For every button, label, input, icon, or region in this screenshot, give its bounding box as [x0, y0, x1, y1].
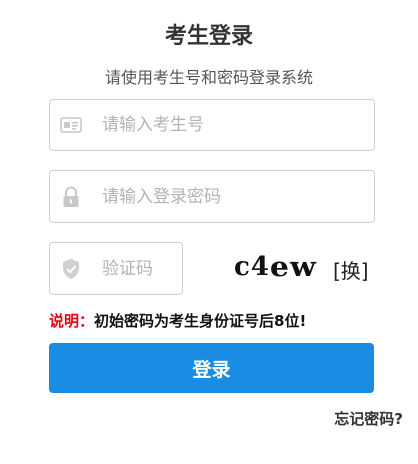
- captcha-field[interactable]: [49, 242, 183, 295]
- id-card-icon: [60, 114, 82, 136]
- login-button[interactable]: 登录: [49, 343, 374, 393]
- captcha-text-part1: c4: [234, 252, 270, 282]
- password-field[interactable]: [49, 170, 375, 223]
- refresh-captcha-link[interactable]: [换]: [333, 255, 369, 284]
- notice-label: 说明：: [49, 312, 95, 330]
- username-field[interactable]: [49, 99, 375, 151]
- page-subtitle: 请使用考生号和密码登录系统: [104, 68, 313, 87]
- login-page: 考生登录 请使用考生号和密码登录系统 请输入考生号 验证码 c4 ew [换] …: [0, 0, 418, 464]
- shield-icon: [60, 258, 82, 280]
- captcha-input[interactable]: [102, 243, 180, 294]
- password-input[interactable]: [102, 171, 362, 222]
- notice-text: 初始密码为考生身份证号后8位!: [94, 312, 307, 330]
- page-title: 考生登录: [164, 24, 253, 49]
- forgot-password-link[interactable]: 忘记密码?: [334, 408, 403, 429]
- notice: 说明：初始密码为考生身份证号后8位!: [49, 310, 306, 331]
- captcha-text-part2: ew: [269, 251, 317, 283]
- captcha-image[interactable]: c4 ew: [234, 250, 317, 284]
- lock-icon: [60, 186, 82, 208]
- username-input[interactable]: [102, 100, 362, 150]
